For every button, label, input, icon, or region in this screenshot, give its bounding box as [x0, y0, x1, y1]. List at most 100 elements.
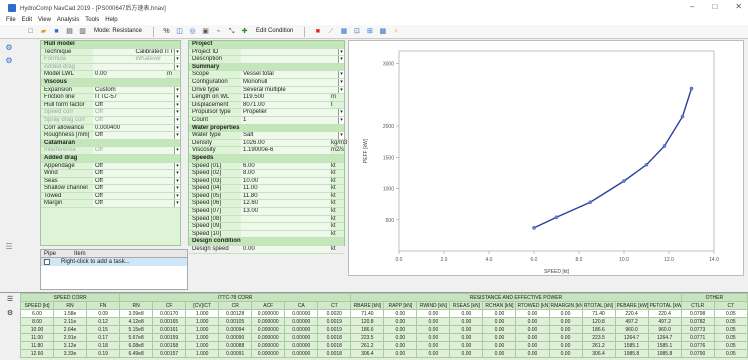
property-value[interactable]: 119.500: [241, 94, 330, 101]
table-cell[interactable]: 0.000000: [251, 317, 286, 326]
table-cell[interactable]: 0.05: [713, 317, 748, 326]
table-cell[interactable]: 0.00: [416, 325, 451, 334]
table-cell[interactable]: 120.8: [581, 317, 616, 326]
open-icon[interactable]: ▰: [39, 27, 48, 36]
table-cell[interactable]: 0.00: [383, 325, 418, 334]
project-property-row[interactable]: Speed [02] 8.00 kt: [189, 170, 344, 178]
table-cell[interactable]: 1.000: [185, 349, 220, 358]
column-header[interactable]: RCHAN [kN]: [482, 301, 517, 310]
table-cell[interactable]: 0.0019: [317, 317, 352, 326]
project-property-row[interactable]: Speed [05] 11.80 kt: [189, 192, 344, 201]
column-header[interactable]: RTOWED [kN]: [515, 301, 550, 310]
table-cell[interactable]: 0.00: [515, 333, 550, 342]
case-property-row[interactable]: Hull form factor Off ▾: [41, 101, 180, 110]
table-cell[interactable]: 0.12: [86, 317, 121, 326]
table-cell[interactable]: 2.64e: [53, 325, 88, 334]
chevron-down-icon[interactable]: ▾: [174, 170, 180, 177]
report-icon[interactable]: ▥: [78, 27, 87, 36]
property-value[interactable]: 1: [241, 116, 338, 124]
property-value[interactable]: Vessel total: [241, 71, 338, 78]
chart-line-icon[interactable]: ⟋: [326, 27, 335, 36]
case-property-row[interactable]: Expansion Custom ▾: [41, 86, 180, 95]
table-cell[interactable]: 0.0771: [680, 333, 715, 342]
property-value[interactable]: Off: [93, 101, 174, 109]
propulsor-icon[interactable]: ◎: [188, 27, 197, 36]
table-cell[interactable]: 0.05: [713, 333, 748, 342]
project-property-row[interactable]: Speed [08] kt: [189, 215, 344, 224]
menu-file[interactable]: File: [6, 17, 16, 23]
column-header[interactable]: FN: [86, 301, 121, 310]
edit-condition-button[interactable]: Edit Condition: [253, 27, 296, 36]
table-cell[interactable]: 0.000000: [251, 341, 286, 350]
table-cell[interactable]: 0.00: [416, 309, 451, 318]
case-property-row[interactable]: Seas Off ▾: [41, 177, 180, 186]
mode-resistance-button[interactable]: Mode: Resistance: [91, 27, 145, 36]
table-cell[interactable]: 0.00: [548, 341, 583, 350]
project-property-row[interactable]: Project ID ▾: [189, 48, 344, 57]
property-value[interactable]: [241, 223, 330, 230]
property-value[interactable]: 10.00: [241, 177, 330, 185]
property-value-secondary[interactable]: [129, 71, 166, 78]
property-value-secondary[interactable]: Calibrated ITTC-78: [133, 48, 174, 56]
table-cell[interactable]: 1.000: [185, 325, 220, 334]
table-cell[interactable]: 0.00: [449, 333, 484, 342]
zoom-icon[interactable]: ⊡: [352, 27, 361, 36]
wind-icon[interactable]: ⌁: [214, 27, 223, 36]
table-cell[interactable]: 306.4: [581, 349, 616, 358]
case-property-row[interactable]: Model LWL 0.00 m: [41, 71, 180, 79]
case-property-row[interactable]: Friction line ITTC-57 ▾: [41, 94, 180, 102]
table-row[interactable]: 11.80 3.12e 0.18 6.08e8 0.00158 1.000 0.00088 0…: [19, 341, 748, 350]
table-cell[interactable]: 0.0018: [317, 349, 352, 358]
project-property-row[interactable]: Speed [06] 12.60 kt: [189, 200, 344, 209]
table-cell[interactable]: 0.00: [416, 317, 451, 326]
table-cell[interactable]: 0.00090: [218, 333, 253, 342]
engine-icon[interactable]: ▣: [201, 27, 210, 36]
help-icon[interactable]: ♀: [391, 27, 400, 36]
table-cell[interactable]: 0.00: [548, 309, 583, 318]
property-value[interactable]: Off: [93, 185, 174, 192]
property-value[interactable]: Off: [93, 177, 174, 185]
chevron-down-icon[interactable]: ▾: [174, 56, 180, 63]
table-row[interactable]: 8.00 2.11e 0.12 4.12e8 0.00165 1.000 0.00105 0.…: [19, 317, 748, 326]
table-cell[interactable]: 0.0018: [317, 333, 352, 342]
property-value[interactable]: Salt: [241, 132, 338, 139]
table-cell[interactable]: 0.00: [515, 309, 550, 318]
table-cell[interactable]: 1.000: [185, 317, 220, 326]
table-row[interactable]: 11.00 2.91e 0.17 5.67e8 0.00159 1.000 0.00090 0…: [19, 333, 748, 342]
case-property-row[interactable]: Technique Calibrated ITTC-78▾: [41, 48, 180, 57]
maximize-button[interactable]: □: [712, 2, 717, 11]
table-cell[interactable]: 0.00000: [284, 333, 319, 342]
table-cell[interactable]: 1.000: [185, 309, 220, 318]
table-cell[interactable]: 0.00: [548, 333, 583, 342]
property-value[interactable]: 8071.00: [241, 101, 330, 109]
project-property-row[interactable]: Configuration Monohull ▾: [189, 78, 344, 87]
table-cell[interactable]: 0.05: [713, 349, 748, 358]
property-value[interactable]: Off: [93, 170, 174, 177]
table-cell[interactable]: 2.91e: [53, 333, 88, 342]
chevron-down-icon[interactable]: ▾: [174, 185, 180, 192]
case-property-row[interactable]: Margin Off ▾: [41, 200, 180, 209]
table-cell[interactable]: 0.00: [548, 325, 583, 334]
table-cell[interactable]: 1585.1: [647, 341, 682, 350]
table-cell[interactable]: 0.0019: [317, 325, 352, 334]
table-cell[interactable]: 0.00128: [218, 309, 253, 318]
case-property-row[interactable]: Wind Off ▾: [41, 170, 180, 178]
table-cell[interactable]: 12.60: [19, 349, 55, 358]
property-value-secondary[interactable]: [133, 63, 174, 71]
project-property-row[interactable]: Speed [04] 11.00 kt: [189, 185, 344, 193]
table-cell[interactable]: 261.2: [581, 341, 616, 350]
column-header[interactable]: RWIND [kN]: [416, 301, 451, 310]
table-cell[interactable]: 0.00: [482, 317, 517, 326]
chevron-down-icon[interactable]: ▾: [174, 132, 180, 139]
table-cell[interactable]: 0.00: [449, 325, 484, 334]
property-value-secondary[interactable]: Whatever: [133, 56, 174, 63]
menu-help[interactable]: Help: [105, 17, 117, 23]
property-value[interactable]: 0.00: [241, 246, 330, 253]
table-cell[interactable]: 0.00: [515, 317, 550, 326]
table-cell[interactable]: 960.0: [647, 325, 682, 334]
column-header[interactable]: RBARE [kN]: [350, 301, 385, 310]
column-header[interactable]: CT: [317, 301, 352, 310]
table-cell[interactable]: 1.000: [185, 341, 220, 350]
table-cell[interactable]: 960.0: [614, 325, 649, 334]
table-cell[interactable]: 261.2: [350, 341, 385, 350]
